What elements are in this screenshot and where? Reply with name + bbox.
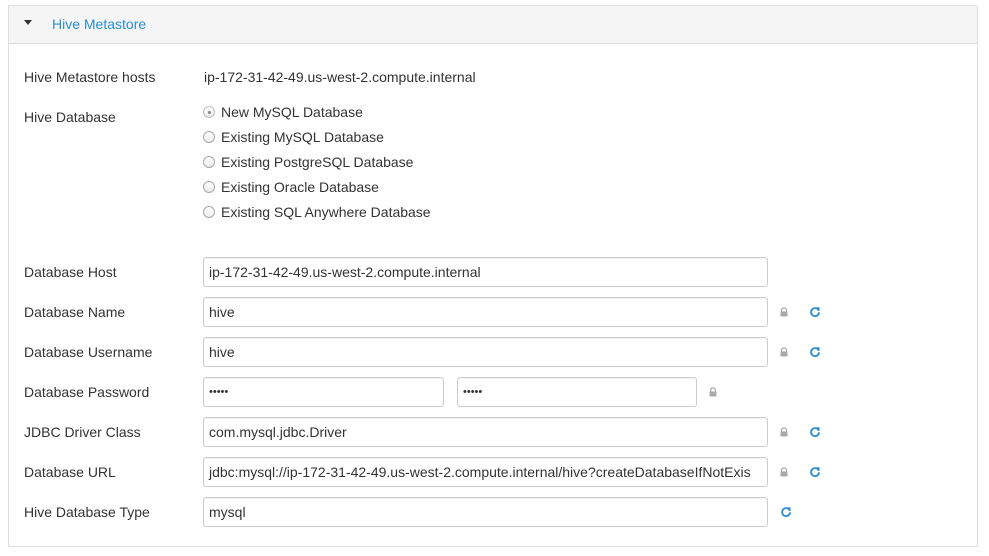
refresh-icon[interactable] (780, 506, 792, 518)
lock-icon (779, 307, 789, 317)
refresh-icon[interactable] (809, 346, 821, 358)
jdbc-driver-class-label: JDBC Driver Class (24, 424, 141, 440)
radio-existing-sql-anywhere[interactable]: Existing SQL Anywhere Database (203, 203, 431, 221)
database-password-input[interactable]: ••••• (203, 377, 444, 407)
radio-existing-oracle[interactable]: Existing Oracle Database (203, 178, 379, 196)
metastore-hosts-value: ip-172-31-42-49.us-west-2.compute.intern… (204, 69, 476, 85)
database-name-label: Database Name (24, 304, 126, 320)
lock-icon (779, 427, 789, 437)
radio-label: Existing Oracle Database (221, 179, 379, 195)
panel-header[interactable]: Hive Metastore (9, 6, 977, 44)
lock-icon (779, 467, 789, 477)
database-username-input[interactable]: hive (203, 337, 768, 367)
database-url-label: Database URL (24, 464, 116, 480)
radio-label: Existing MySQL Database (221, 129, 384, 145)
database-host-input[interactable]: ip-172-31-42-49.us-west-2.compute.intern… (203, 257, 768, 287)
database-host-label: Database Host (24, 264, 117, 280)
jdbc-driver-class-input[interactable]: com.mysql.jdbc.Driver (203, 417, 768, 447)
refresh-icon[interactable] (809, 426, 821, 438)
radio-label: Existing PostgreSQL Database (221, 154, 414, 170)
database-url-input[interactable]: jdbc:mysql://ip-172-31-42-49.us-west-2.c… (203, 457, 768, 487)
refresh-icon[interactable] (809, 306, 821, 318)
hive-database-type-label: Hive Database Type (24, 504, 150, 520)
radio-existing-mysql[interactable]: Existing MySQL Database (203, 128, 384, 146)
refresh-icon[interactable] (809, 466, 821, 478)
panel-title[interactable]: Hive Metastore (52, 16, 146, 32)
radio-new-mysql[interactable]: New MySQL Database (203, 103, 363, 121)
lock-icon (708, 387, 718, 397)
caret-down-icon[interactable] (24, 20, 32, 25)
radio-label: Existing SQL Anywhere Database (221, 204, 431, 220)
metastore-hosts-label: Hive Metastore hosts (24, 69, 156, 85)
hive-database-type-input[interactable]: mysql (203, 497, 768, 527)
database-username-label: Database Username (24, 344, 153, 360)
radio-button[interactable] (203, 156, 215, 168)
radio-button[interactable] (203, 131, 215, 143)
radio-button[interactable] (203, 206, 215, 218)
radio-button[interactable] (203, 181, 215, 193)
database-name-input[interactable]: hive (203, 297, 768, 327)
database-password-label: Database Password (24, 384, 150, 400)
radio-label: New MySQL Database (221, 104, 363, 120)
radio-button-checked[interactable] (203, 106, 215, 118)
lock-icon (779, 347, 789, 357)
radio-existing-postgresql[interactable]: Existing PostgreSQL Database (203, 153, 413, 171)
hive-database-label: Hive Database (24, 109, 116, 125)
database-password-confirm-input[interactable]: ••••• (457, 377, 697, 407)
